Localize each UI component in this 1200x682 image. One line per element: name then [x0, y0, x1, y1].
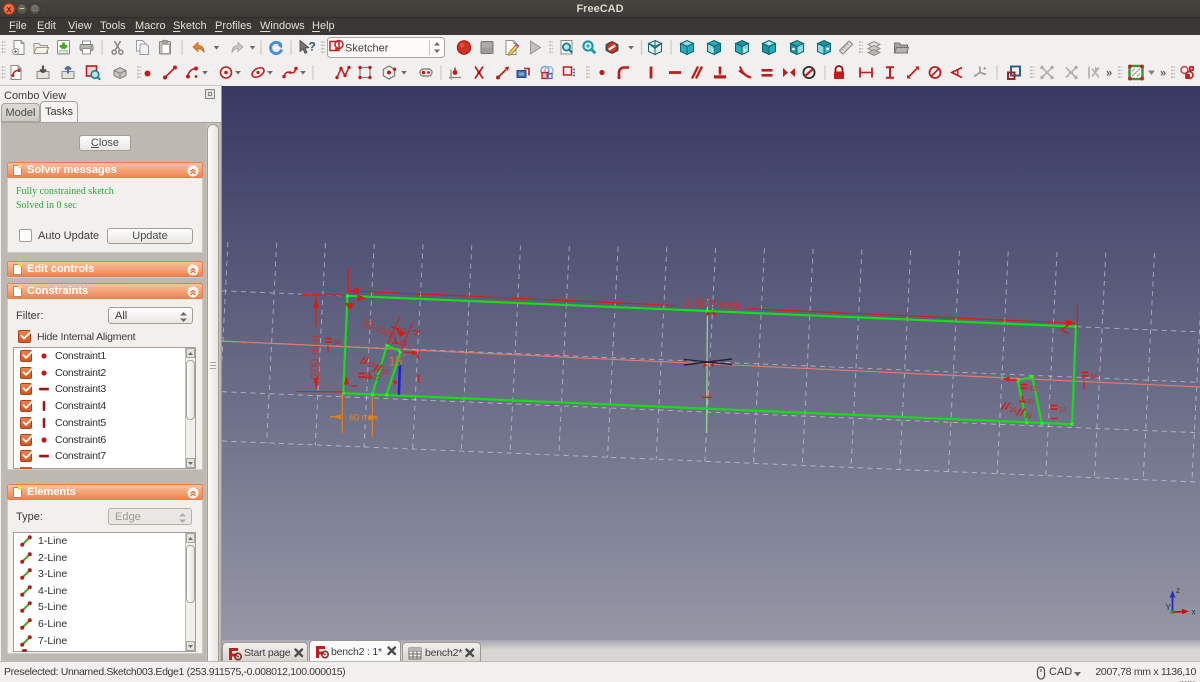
svg-text:23: 23	[382, 369, 390, 376]
svg-text:29: 29	[1025, 413, 1033, 420]
svg-text:+: +	[1190, 67, 1193, 73]
svg-text:x: x	[711, 48, 715, 55]
svg-text:»: »	[1106, 68, 1112, 80]
svg-text:30: 30	[1027, 399, 1035, 406]
svg-text:1.500 mm: 1.500 mm	[684, 296, 740, 312]
svg-text:x: x	[1192, 608, 1196, 617]
svg-text:34: 34	[334, 340, 342, 347]
svg-text:»: »	[1160, 68, 1166, 80]
svg-text:12: 12	[365, 375, 373, 382]
svg-text:200 mm: 200 mm	[308, 335, 322, 378]
svg-text:12: 12	[399, 328, 407, 335]
svg-text:°: °	[403, 353, 406, 362]
svg-text:34: 34	[1090, 374, 1098, 381]
svg-text:22: 22	[400, 340, 408, 347]
svg-text:Y: Y	[1166, 603, 1172, 612]
svg-text:22: 22	[374, 375, 382, 382]
svg-text:15: 15	[389, 355, 403, 369]
svg-text:x: x	[743, 48, 747, 55]
svg-text:23: 23	[368, 362, 376, 369]
svg-text:29: 29	[1010, 407, 1018, 414]
svg-text:z: z	[1176, 586, 1180, 595]
svg-text:?: ?	[309, 40, 316, 54]
svg-text:12: 12	[1059, 407, 1067, 414]
svg-text:60 mm: 60 mm	[349, 413, 377, 424]
svg-text:32: 32	[1029, 386, 1037, 393]
svg-text:Sketcher: Sketcher	[345, 43, 389, 55]
